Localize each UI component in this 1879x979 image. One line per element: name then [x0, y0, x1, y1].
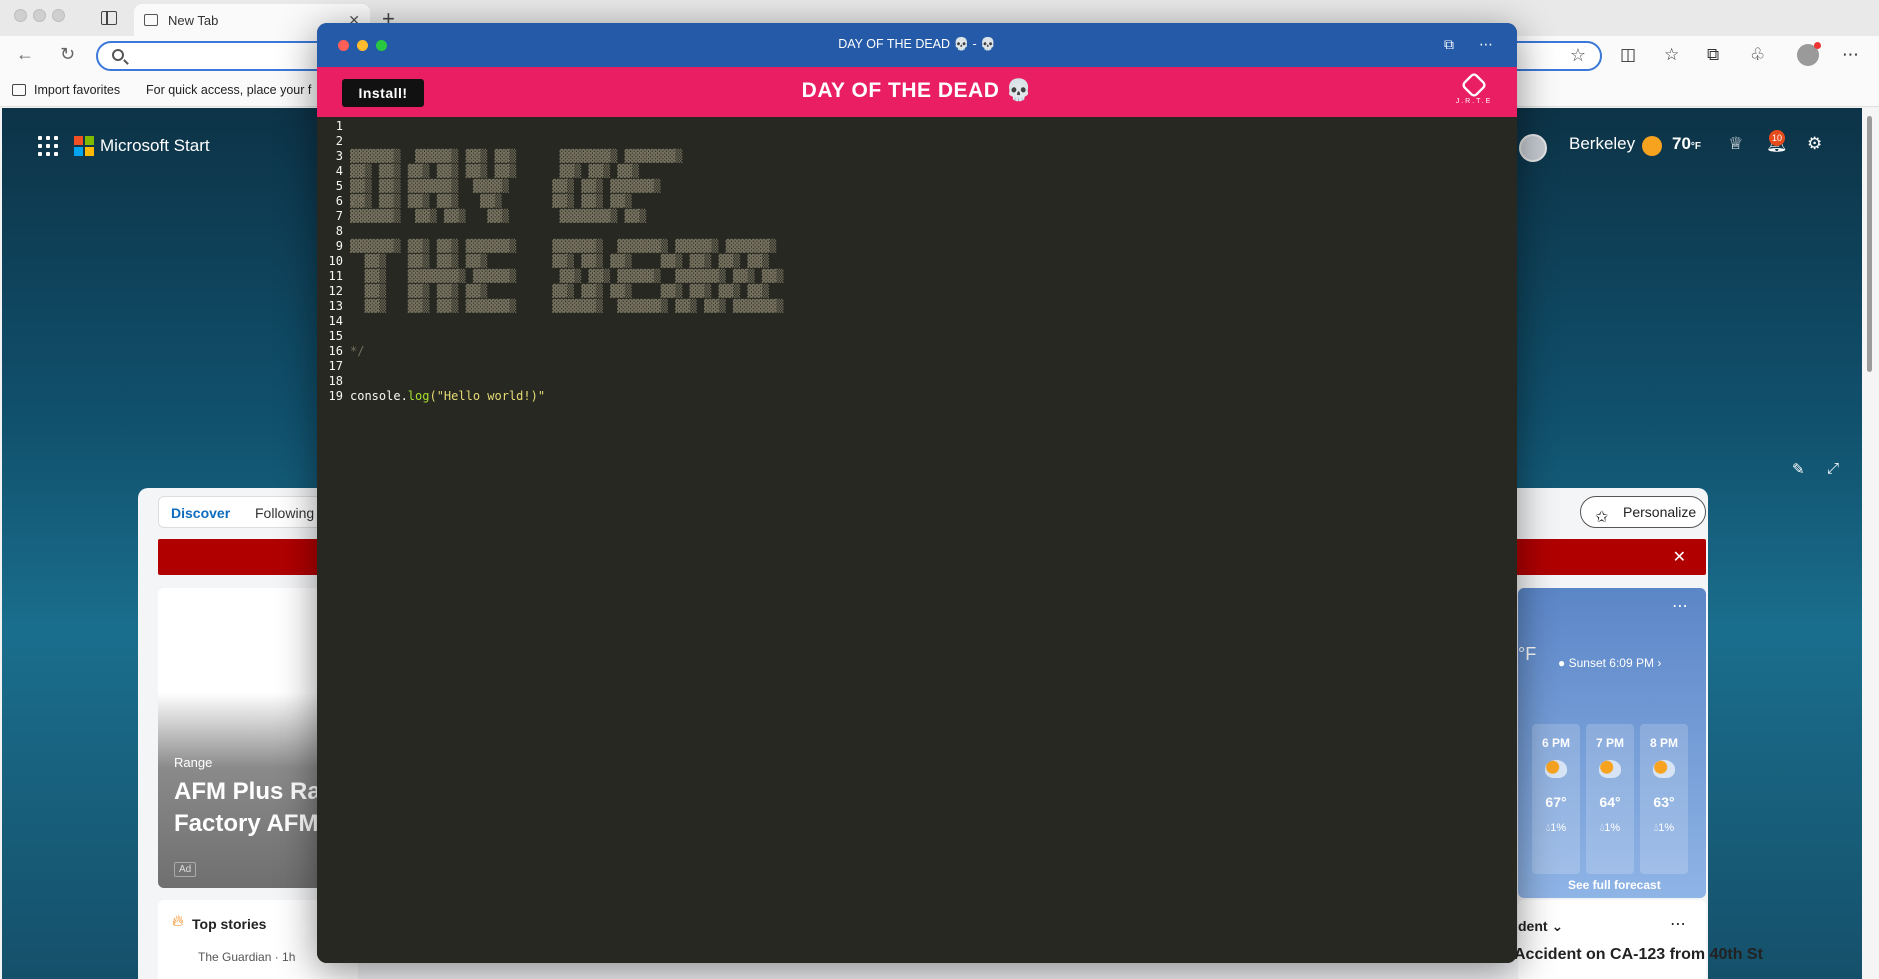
line-number: 8 [335, 224, 343, 238]
rewards-trophy-icon[interactable]: ♕ [1728, 134, 1743, 154]
line-number: 4 [335, 164, 343, 178]
traffic-heading: dent ⌄ [1518, 918, 1564, 934]
sunset-time: ● Sunset 6:09 PM › [1558, 656, 1662, 670]
ms-user-avatar[interactable] [1519, 134, 1547, 162]
microsoft-logo-icon [74, 136, 94, 156]
jrte-logo-icon [1460, 71, 1488, 99]
line-number: 3 [335, 149, 343, 163]
ascii-art-day-of: ▓▓▓▓▓▓▒ ▓▓▓▓▓▒ ▓▓▒ ▓▓▒ ▓▓▓▓▓▓▓▒ ▓▓▓▓▓▓▓▒… [350, 149, 683, 223]
line-number: 7 [335, 209, 343, 223]
app-more-icon[interactable]: ⋯ [1479, 36, 1493, 53]
personalize-star-icon: ✩ [1595, 509, 1609, 526]
back-arrow-icon[interactable]: ← [16, 44, 34, 65]
ms-start-brand[interactable]: Microsoft Start [100, 136, 210, 156]
app-titlebar: DAY OF THE DEAD 💀 - 💀 ⧉ ⋯ [317, 23, 1517, 67]
window-minimize-dot[interactable] [33, 9, 46, 22]
console-log-line: console.log("Hello world!)" [350, 389, 546, 403]
window-zoom-dot[interactable] [52, 9, 65, 22]
app-header-title: DAY OF THE DEAD 💀 [801, 79, 1033, 102]
collections-icon[interactable]: ⧉ [1707, 45, 1719, 65]
line-number: 5 [335, 179, 343, 193]
partly-cloudy-icon [1653, 760, 1675, 778]
line-number: 11 [328, 269, 343, 283]
tab-following[interactable]: Following [255, 505, 314, 521]
line-number-gutter: 1 2 3 4 5 6 7 8 9 10 11 12 13 14 15 16 17 18 19 [325, 119, 343, 404]
line-number: 1 [335, 119, 343, 133]
profile-avatar[interactable] [1797, 42, 1821, 66]
notification-count-badge: 10 [1769, 130, 1785, 146]
sidebar-toggle-icon[interactable] [101, 11, 117, 25]
line-number: 9 [335, 239, 343, 253]
weather-more-icon[interactable]: ⋯ [1672, 596, 1688, 616]
jrte-logo: J.R.T.E [1451, 71, 1497, 115]
fire-icon: 🔥︎ [172, 913, 184, 930]
quick-access-hint: For quick access, place your f [146, 83, 312, 97]
code-editor[interactable]: 1 2 3 4 5 6 7 8 9 10 11 12 13 14 15 16 17 18 19 /* ▓▓▓▓▓▓▒… [317, 117, 1517, 963]
extensions-icon[interactable]: ♧ [1750, 45, 1765, 65]
traffic-card: dent ⌄ ⋯ Accident on CA-123 from 40th St [1514, 900, 1763, 979]
alert-close-icon[interactable]: ✕ [1673, 547, 1686, 567]
search-icon [112, 49, 124, 61]
split-screen-icon[interactable]: ◫ [1620, 45, 1636, 65]
comment-close-line: */ [350, 344, 365, 358]
weather-unit: °F [1518, 644, 1537, 664]
app-window: DAY OF THE DEAD 💀 - 💀 ⧉ ⋯ Install! DAY O… [317, 23, 1517, 963]
line-number: 16 [328, 344, 343, 358]
app-cast-icon[interactable]: ⧉ [1444, 36, 1454, 53]
hourly-forecast: 6 PM 67° 💧︎1% 7 PM 64° 💧︎1% 8 PM 63° 💧︎1… [1532, 724, 1702, 874]
window-close-dot[interactable] [14, 9, 27, 22]
line-number: 12 [328, 284, 343, 298]
ascii-art-the-dead: ▓▓▓▓▓▓▒ ▓▓▒ ▓▓▒ ▓▓▓▓▓▓▒ ▓▓▓▓▓▓▒ ▓▓▓▓▓▓▒ … [350, 239, 784, 313]
weather-sun-icon [1642, 135, 1662, 156]
edit-background-icon[interactable]: ✎ [1792, 460, 1805, 478]
header-temperature[interactable]: 70°F [1672, 134, 1701, 154]
personalize-button[interactable]: ✩ Personalize [1580, 496, 1706, 528]
line-number: 15 [328, 329, 343, 343]
refresh-icon[interactable]: ↻ [60, 44, 75, 65]
line-number: 6 [335, 194, 343, 208]
app-launcher-icon[interactable] [38, 136, 58, 156]
line-number: 14 [328, 314, 343, 328]
forecast-hour: 7 PM 64° 💧︎1% [1586, 724, 1634, 874]
favorite-star-icon[interactable]: ☆ [1570, 45, 1586, 66]
tab-title: New Tab [168, 12, 219, 28]
line-number: 10 [328, 254, 343, 268]
line-number: 18 [328, 374, 343, 388]
ad-category: Range [174, 755, 213, 770]
traffic-more-icon[interactable]: ⋯ [1670, 914, 1686, 934]
weather-card[interactable]: ⋯ °F ● Sunset 6:09 PM › 6 PM 67° 💧︎1% 7 … [1518, 588, 1706, 898]
tab-discover[interactable]: Discover [171, 505, 230, 521]
tab-favicon-icon [144, 14, 158, 26]
line-number: 17 [328, 359, 343, 373]
line-number: 19 [328, 389, 343, 403]
personalize-label: Personalize [1623, 504, 1697, 520]
expand-icon[interactable]: ⤢ [1827, 460, 1839, 477]
see-full-forecast-link[interactable]: See full forecast [1568, 878, 1661, 892]
location-label[interactable]: Berkeley [1569, 134, 1635, 154]
page-scrollbar[interactable] [1862, 108, 1879, 979]
story-source: The Guardian · 1h [198, 950, 296, 964]
top-stories-title[interactable]: Top stories [192, 916, 266, 932]
scrollbar-thumb[interactable] [1867, 116, 1872, 372]
settings-gear-icon[interactable]: ⚙ [1807, 134, 1822, 154]
traffic-story[interactable]: Accident on CA-123 from 40th St [1514, 946, 1763, 964]
import-icon [12, 84, 26, 96]
line-number: 13 [328, 299, 343, 313]
partly-cloudy-icon [1599, 760, 1621, 778]
forecast-hour: 8 PM 63° 💧︎1% [1640, 724, 1688, 874]
line-number: 2 [335, 134, 343, 148]
favorites-icon[interactable]: ☆ [1664, 45, 1679, 65]
import-favorites-button[interactable]: Import favorites [12, 83, 120, 97]
import-favorites-label: Import favorites [34, 83, 121, 97]
more-menu-icon[interactable]: ⋯ [1842, 45, 1859, 65]
forecast-hour: 6 PM 67° 💧︎1% [1532, 724, 1580, 874]
partly-cloudy-icon [1545, 760, 1567, 778]
app-window-title: DAY OF THE DEAD 💀 - 💀 [838, 37, 996, 51]
ad-label: Ad [174, 862, 197, 877]
app-header: Install! DAY OF THE DEAD 💀 J.R.T.E [317, 67, 1517, 117]
